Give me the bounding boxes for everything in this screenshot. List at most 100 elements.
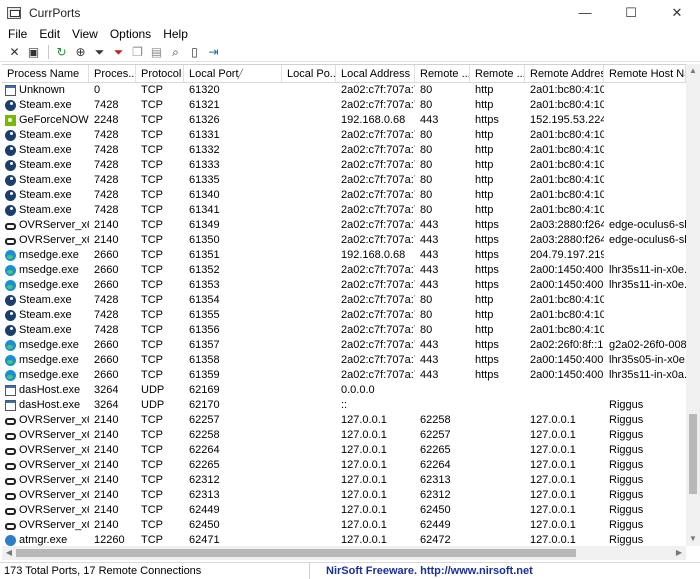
- table-row[interactable]: Steam.exe 7428 TCP 61332 2a02:c7f:707a:7... 8…: [2, 143, 686, 158]
- table-row[interactable]: OVRServer_x6... 2140 TCP 62258 127.0.0.1 6225…: [2, 428, 686, 443]
- horizontal-scroll-thumb[interactable]: [16, 549, 576, 557]
- scroll-left-icon[interactable]: ◀: [2, 546, 16, 560]
- maximize-button[interactable]: ☐: [608, 0, 654, 25]
- cell-remote-host-name: lhr35s05-in-x0e.1e: [609, 354, 686, 366]
- cell-remote-address: 2a00:1450:4009...: [530, 279, 604, 291]
- column-remote-host-name[interactable]: Remote Host Nam: [604, 65, 686, 82]
- table-row[interactable]: dasHost.exe 3264 UDP 62169 0.0.0.0: [2, 383, 686, 398]
- cell-protocol: TCP: [141, 324, 163, 336]
- html-report-icon[interactable]: ▤: [148, 44, 165, 60]
- table-row[interactable]: dasHost.exe 3264 UDP 62170:: Riggus: [2, 398, 686, 413]
- table-row[interactable]: OVRServer_x6... 2140 TCP 62257 127.0.0.1 6225…: [2, 413, 686, 428]
- cell-process-name: OVRServer_x6...: [2, 413, 89, 428]
- cell-local-address: 127.0.0.1: [341, 444, 387, 456]
- find-icon[interactable]: ⌕: [167, 44, 184, 60]
- cell-process-id: 2140: [94, 234, 119, 246]
- cell-local-port-name: [282, 473, 336, 488]
- process-name-text: Steam.exe: [19, 174, 72, 186]
- table-row[interactable]: Steam.exe 7428 TCP 61356 2a02:c7f:707a:7... 8…: [2, 323, 686, 338]
- cell-remote-address: 2a00:1450:4009...: [530, 369, 604, 381]
- table-row[interactable]: atmgr.exe 12260 TCP 62471 127.0.0.1 62472 127.…: [2, 533, 686, 546]
- ports-table[interactable]: Process Name Proces... Protocol Local Po…: [2, 64, 686, 546]
- table-row[interactable]: Unknown 0 TCP 61320 2a02:c7f:707a:7... 80 http…: [2, 83, 686, 98]
- cell-process-name: OVRServer_x6...: [2, 503, 89, 518]
- horizontal-scrollbar[interactable]: ◀ ▶: [2, 546, 686, 560]
- refresh-icon[interactable]: ↻: [53, 44, 70, 60]
- column-process-id[interactable]: Proces...: [89, 65, 136, 82]
- table-row[interactable]: Steam.exe 7428 TCP 61335 2a02:c7f:707a:7... 8…: [2, 173, 686, 188]
- table-row[interactable]: OVRServer_x6... 2140 TCP 62450 127.0.0.1 6244…: [2, 518, 686, 533]
- table-row[interactable]: OVRServer_x6... 2140 TCP 61350 2a02:c7f:707a…: [2, 233, 686, 248]
- table-row[interactable]: GeForceNOW... 2248 TCP 61326 192.168.0.68 443…: [2, 113, 686, 128]
- cell-process-id: 7428: [94, 174, 119, 186]
- menu-edit[interactable]: Edit: [33, 27, 66, 41]
- table-row[interactable]: msedge.exe 2660 TCP 61357 2a02:c7f:707a:7...…: [2, 338, 686, 353]
- exit-icon[interactable]: ⇥: [205, 44, 222, 60]
- cell-local-port-name: [282, 533, 336, 546]
- cell-remote-host-name: Riggus: [609, 519, 644, 531]
- menu-options[interactable]: Options: [104, 27, 157, 41]
- table-row[interactable]: Steam.exe 7428 TCP 61355 2a02:c7f:707a:7... 8…: [2, 308, 686, 323]
- scroll-up-icon[interactable]: ▲: [686, 64, 700, 78]
- table-row[interactable]: msedge.exe 2660 TCP 61353 2a02:c7f:707a:7...…: [2, 278, 686, 293]
- menu-view[interactable]: View: [66, 27, 104, 41]
- copy-icon[interactable]: ❐: [129, 44, 146, 60]
- minimize-button[interactable]: —: [562, 0, 608, 25]
- process-name-text: Steam.exe: [19, 129, 72, 141]
- scroll-right-icon[interactable]: ▶: [672, 546, 686, 560]
- properties-icon[interactable]: ⊕: [72, 44, 89, 60]
- table-row[interactable]: OVRServer_x6... 2140 TCP 62265 127.0.0.1 6226…: [2, 458, 686, 473]
- nirsoft-link[interactable]: NirSoft Freeware. http://www.nirsoft.net: [310, 563, 533, 579]
- table-row[interactable]: Steam.exe 7428 TCP 61333 2a02:c7f:707a:7... 8…: [2, 158, 686, 173]
- cell-local-port-name: [282, 263, 336, 278]
- cell-remote-address: 2a00:1450:4009...: [530, 264, 604, 276]
- cell-remote-port: 62264: [420, 459, 451, 471]
- cell-remote-port-name: [470, 443, 525, 458]
- document-icon[interactable]: ▯: [186, 44, 203, 60]
- close-button[interactable]: ✕: [654, 0, 700, 25]
- table-row[interactable]: OVRServer_x6... 2140 TCP 61349 2a02:c7f:707a…: [2, 218, 686, 233]
- table-row[interactable]: OVRServer_x6... 2140 TCP 62449 127.0.0.1 6245…: [2, 503, 686, 518]
- cell-local-address: 2a02:c7f:707a:7...: [341, 159, 415, 171]
- column-remote-port[interactable]: Remote ...: [415, 65, 470, 82]
- menu-help[interactable]: Help: [157, 27, 194, 41]
- table-row[interactable]: msedge.exe 2660 TCP 61359 2a02:c7f:707a:7...…: [2, 368, 686, 383]
- vertical-scroll-thumb[interactable]: [689, 414, 697, 494]
- table-row[interactable]: Steam.exe 7428 TCP 61321 2a02:c7f:707a:7... 8…: [2, 98, 686, 113]
- table-row[interactable]: OVRServer_x6... 2140 TCP 62264 127.0.0.1 6226…: [2, 443, 686, 458]
- close-connection-icon[interactable]: ✕: [6, 44, 23, 60]
- table-row[interactable]: OVRServer_x6... 2140 TCP 62313 127.0.0.1 6231…: [2, 488, 686, 503]
- cell-remote-host-name: [604, 98, 686, 113]
- vertical-scrollbar[interactable]: ▲ ▼: [686, 64, 700, 546]
- menu-file[interactable]: File: [2, 27, 33, 41]
- column-process-name[interactable]: Process Name: [2, 65, 89, 82]
- column-local-address[interactable]: Local Address: [336, 65, 415, 82]
- cell-remote-address: 127.0.0.1: [530, 474, 576, 486]
- table-row[interactable]: msedge.exe 2660 TCP 61352 2a02:c7f:707a:7...…: [2, 263, 686, 278]
- column-protocol[interactable]: Protocol: [136, 65, 184, 82]
- column-remote-address[interactable]: Remote Address: [525, 65, 604, 82]
- table-row[interactable]: Steam.exe 7428 TCP 61331 2a02:c7f:707a:7... 8…: [2, 128, 686, 143]
- cell-local-port: 62264: [189, 444, 220, 456]
- steam-process-icon: [5, 145, 16, 156]
- filter-icon[interactable]: ⏷: [91, 44, 108, 60]
- column-local-port[interactable]: Local Port ╱: [184, 65, 282, 82]
- table-row[interactable]: msedge.exe 2660 TCP 61351 192.168.0.68 443 htt…: [2, 248, 686, 263]
- cell-local-address: 2a02:c7f:707a:7...: [341, 219, 415, 231]
- table-row[interactable]: Steam.exe 7428 TCP 61354 2a02:c7f:707a:7... 8…: [2, 293, 686, 308]
- table-row[interactable]: Steam.exe 7428 TCP 61341 2a02:c7f:707a:7... 8…: [2, 203, 686, 218]
- table-row[interactable]: msedge.exe 2660 TCP 61358 2a02:c7f:707a:7...…: [2, 353, 686, 368]
- column-remote-port-name[interactable]: Remote ...: [470, 65, 525, 82]
- column-local-port-name[interactable]: Local Po...: [282, 65, 336, 82]
- table-row[interactable]: Steam.exe 7428 TCP 61340 2a02:c7f:707a:7... 8…: [2, 188, 686, 203]
- table-row[interactable]: OVRServer_x6... 2140 TCP 62312 127.0.0.1 6231…: [2, 473, 686, 488]
- cell-local-address: 127.0.0.1: [341, 534, 387, 546]
- cell-remote-port-name: [470, 413, 525, 428]
- cell-remote-address: 127.0.0.1: [530, 489, 576, 501]
- cell-remote-port-name: https: [475, 234, 499, 246]
- filter-clear-icon[interactable]: ⏷: [110, 44, 127, 60]
- scroll-down-icon[interactable]: ▼: [686, 532, 700, 546]
- cell-remote-port-name: [470, 518, 525, 533]
- cell-remote-port-name: http: [475, 204, 494, 216]
- save-icon[interactable]: ▣: [25, 44, 42, 60]
